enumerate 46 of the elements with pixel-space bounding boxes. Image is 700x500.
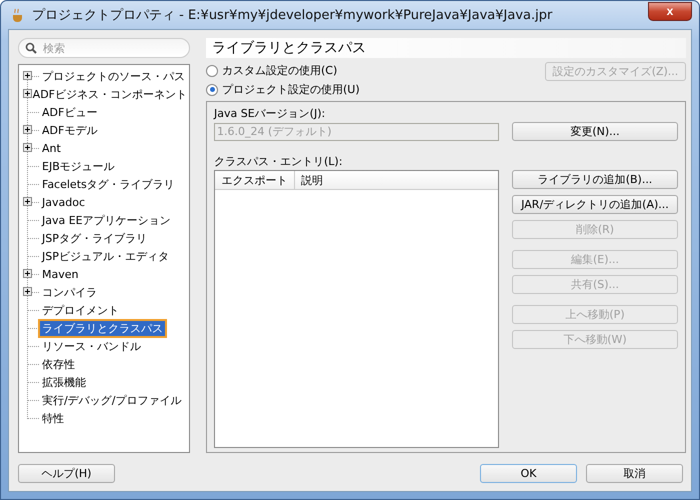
tree-item[interactable]: ADFビジネス・コンポーネント xyxy=(30,86,189,102)
window-title: プロジェクトプロパティ - E:¥usr¥my¥jdeveloper¥mywork¥PureJava¥Java¥Java.jpr xyxy=(32,7,554,24)
tree-item[interactable]: デプロイメント xyxy=(40,302,121,318)
tree-item[interactable]: ADFビュー xyxy=(40,104,100,120)
tree-item[interactable]: EJBモジュール xyxy=(40,158,117,174)
expand-icon[interactable] xyxy=(23,197,32,206)
expand-icon[interactable] xyxy=(23,71,32,80)
action-button[interactable]: JAR/ディレクトリの追加(A)... xyxy=(512,195,678,214)
tree-item[interactable]: リソース・バンドル xyxy=(40,338,143,354)
action-button[interactable]: ライブラリの追加(B)... xyxy=(512,170,678,189)
expand-icon[interactable] xyxy=(23,125,32,134)
tree-item[interactable]: Java EEアプリケーション xyxy=(40,212,173,228)
tree-item[interactable]: コンパイラ xyxy=(40,284,99,300)
radio-option[interactable]: カスタム設定の使用(C) xyxy=(206,62,360,79)
tree-item[interactable]: Maven xyxy=(40,268,80,280)
expand-icon[interactable] xyxy=(23,269,32,278)
radio-icon[interactable] xyxy=(206,84,218,96)
help-button[interactable]: ヘルプ(H) xyxy=(18,464,115,483)
tree-item[interactable]: 実行/デバッグ/プロファイル xyxy=(40,392,184,408)
expand-icon[interactable] xyxy=(23,287,32,296)
panel-title: ライブラリとクラスパス xyxy=(212,39,366,57)
search-icon xyxy=(25,42,37,54)
tree-item[interactable]: 拡張機能 xyxy=(40,374,88,390)
tree-item[interactable]: 依存性 xyxy=(40,356,77,372)
ok-button[interactable]: OK xyxy=(480,464,577,483)
close-button[interactable]: x xyxy=(648,2,692,20)
tree-item[interactable]: ADFモデル xyxy=(40,122,100,138)
search-field[interactable]: 検索 xyxy=(18,38,190,58)
radio-option[interactable]: プロジェクト設定の使用(U) xyxy=(206,81,360,98)
tree-item[interactable]: Ant xyxy=(40,142,63,154)
column-header[interactable]: 説明 xyxy=(295,171,329,189)
tree-item[interactable]: 特性 xyxy=(40,410,66,426)
expand-icon[interactable] xyxy=(23,143,32,152)
cancel-button[interactable]: 取消 xyxy=(586,464,683,483)
change-button[interactable]: 変更(N)... xyxy=(512,122,678,141)
expand-icon[interactable] xyxy=(23,89,32,98)
tree-item[interactable]: Faceletsタグ・ライブラリ xyxy=(40,176,177,192)
tree-item[interactable]: ライブラリとクラスパス xyxy=(40,320,165,336)
tree-item[interactable]: JSPタグ・ライブラリ xyxy=(40,230,149,246)
field-label: Java SEバージョン(J): xyxy=(214,106,326,122)
tree-item[interactable]: Javadoc xyxy=(40,196,87,208)
tree-item[interactable]: JSPビジュアル・エディタ xyxy=(40,248,171,264)
field-label: クラスパス・エントリ(L): xyxy=(214,154,344,170)
radio-icon[interactable] xyxy=(206,64,218,76)
column-header[interactable]: エクスポート xyxy=(215,171,295,189)
tree-item[interactable]: プロジェクトのソース・パス xyxy=(40,68,187,84)
